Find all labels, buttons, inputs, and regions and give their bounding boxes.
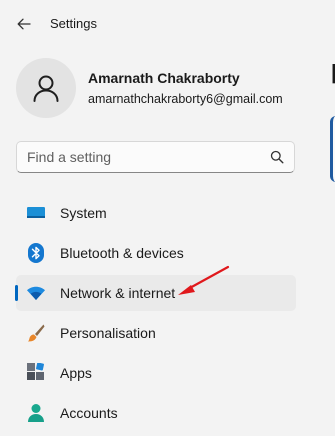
selection-indicator	[15, 285, 18, 301]
nav-item-network-internet[interactable]: Network & internet	[15, 275, 296, 311]
paintbrush-icon	[26, 323, 46, 343]
nav-item-bluetooth-devices[interactable]: Bluetooth & devices	[16, 235, 296, 271]
nav-item-label: Network & internet	[60, 285, 176, 301]
nav-item-label: System	[60, 205, 107, 221]
back-arrow-icon	[17, 18, 31, 30]
user-icon	[33, 75, 59, 102]
nav-item-system[interactable]: System	[16, 195, 296, 231]
search-box[interactable]	[16, 141, 295, 173]
search-input[interactable]	[17, 142, 257, 172]
avatar[interactable]	[16, 58, 76, 118]
app-title: Settings	[50, 16, 97, 31]
content-heading-fragment: |	[331, 62, 335, 84]
account-icon	[26, 403, 46, 423]
user-email: amarnathchakraborty6@gmail.com	[88, 92, 283, 106]
system-display-icon	[26, 203, 46, 223]
user-profile[interactable]: Amarnath Chakraborty amarnathchakraborty…	[16, 58, 316, 118]
bluetooth-icon	[26, 243, 46, 263]
apps-icon	[26, 363, 46, 383]
settings-nav: System Bluetooth & devices Network & int…	[15, 195, 296, 435]
user-name: Amarnath Chakraborty	[88, 70, 240, 86]
nav-item-apps[interactable]: Apps	[16, 355, 296, 391]
nav-item-label: Bluetooth & devices	[60, 245, 184, 261]
nav-item-accounts[interactable]: Accounts	[16, 395, 296, 431]
nav-item-personalisation[interactable]: Personalisation	[16, 315, 296, 351]
back-button[interactable]	[12, 12, 36, 36]
nav-item-label: Personalisation	[60, 325, 156, 341]
nav-item-label: Accounts	[60, 405, 118, 421]
wifi-icon	[26, 283, 46, 303]
content-card-edge	[330, 116, 335, 182]
title-bar: Settings	[0, 0, 335, 48]
nav-item-label: Apps	[60, 365, 92, 381]
search-icon[interactable]	[270, 150, 284, 164]
